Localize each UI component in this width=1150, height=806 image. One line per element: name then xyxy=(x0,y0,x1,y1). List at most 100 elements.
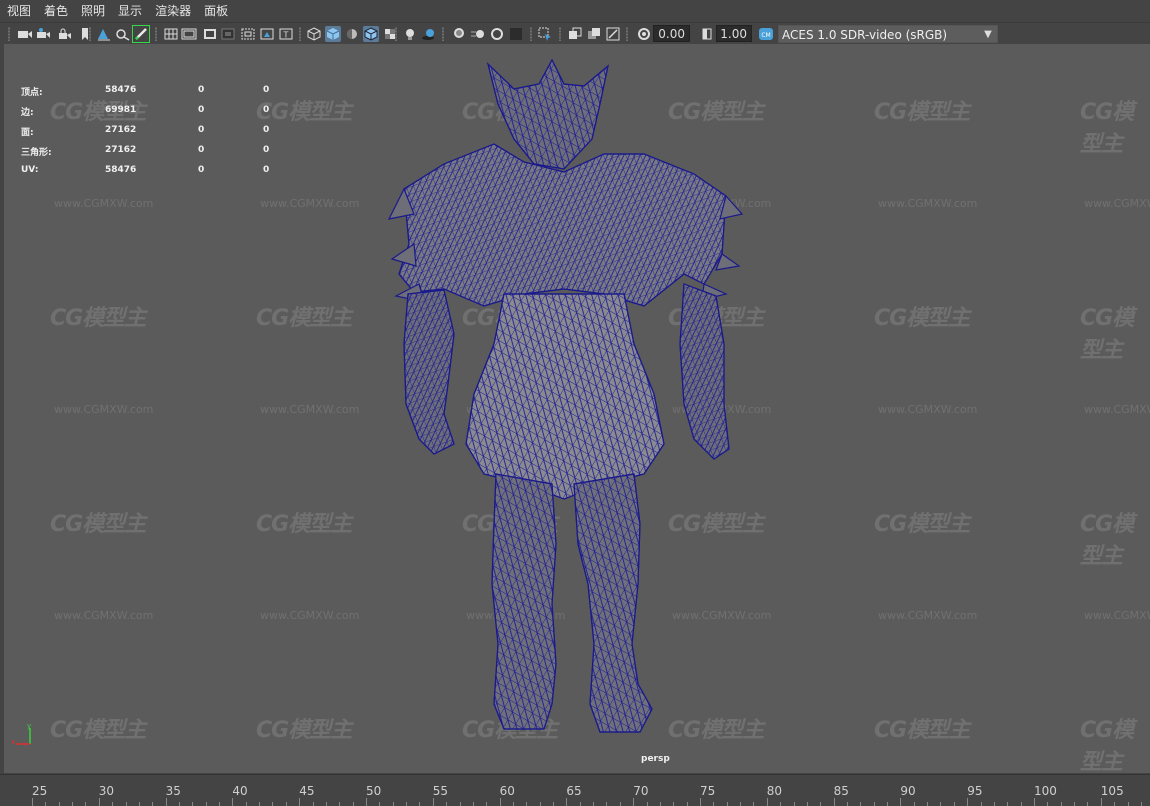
wireframe-icon[interactable] xyxy=(306,26,322,42)
grease-pencil-icon[interactable] xyxy=(132,25,150,43)
toolbar-separator xyxy=(89,27,91,41)
timeline-tick xyxy=(1140,802,1142,806)
timeline-tick xyxy=(940,802,942,806)
hud-selected-value: 0 xyxy=(198,105,205,115)
timeline-frame-label: 35 xyxy=(165,784,181,798)
toolbar-separator xyxy=(559,27,561,41)
timeline-frame-label: 65 xyxy=(566,784,582,798)
menu-lighting[interactable]: 照明 xyxy=(74,0,111,22)
svg-text:y: y xyxy=(27,722,31,730)
hud-total-value: 27162 xyxy=(105,125,137,135)
hud-total-value: 69981 xyxy=(105,105,137,115)
timeline-frame-label: 75 xyxy=(700,784,716,798)
xray-active-components-icon[interactable] xyxy=(586,26,602,42)
persp-viewport[interactable]: CG模型主 www.CGMXW.com CG模型主 www.CGMXW.com CG模型… xyxy=(4,44,1150,773)
view-axis-gizmo: y x xyxy=(8,722,38,756)
timeline-frame-label: 45 xyxy=(299,784,315,798)
hud-selected-value: 0 xyxy=(198,145,205,155)
motion-blur-icon[interactable] xyxy=(470,26,486,42)
smooth-shade-icon[interactable] xyxy=(325,26,341,42)
menu-shading[interactable]: 着色 xyxy=(37,0,74,22)
timeline-tick xyxy=(1114,802,1116,806)
timeline-tick xyxy=(472,802,474,806)
gate-mask-icon[interactable] xyxy=(220,26,236,42)
timeline-frame-label: 55 xyxy=(432,784,449,798)
timeline-tick xyxy=(1060,802,1062,806)
color-management-icon[interactable]: CM xyxy=(758,26,774,42)
toolbar-separator xyxy=(155,27,157,41)
film-gate-icon[interactable] xyxy=(181,26,197,42)
toolbar-separator xyxy=(442,27,444,41)
timeline-tick xyxy=(673,802,675,806)
timeline-frame-label: 95 xyxy=(967,784,983,798)
isolate-select-icon[interactable] xyxy=(537,26,553,42)
exposure-icon[interactable] xyxy=(636,26,652,42)
timeline-tick xyxy=(392,802,394,806)
toolbar-separator xyxy=(395,27,397,41)
exposure-field[interactable]: 0.00 xyxy=(653,25,690,42)
timeline-tick xyxy=(446,802,448,806)
menu-panels[interactable]: 面板 xyxy=(197,0,234,22)
two-d-pan-zoom-icon[interactable] xyxy=(115,26,131,42)
color-space-dropdown[interactable]: ACES 1.0 SDR-video (sRGB) ▼ xyxy=(778,25,998,43)
timeline-frame-label: 85 xyxy=(833,784,849,798)
default-material-icon[interactable] xyxy=(344,26,360,42)
antialias-icon[interactable] xyxy=(489,26,505,42)
panel-toolbar: T 0.00 1.00 CM ACES 1.0 SDR-video (sRGB)… xyxy=(0,22,1150,45)
default-lighting-icon[interactable] xyxy=(402,26,418,42)
timeline-tick xyxy=(539,802,541,806)
toolbar-separator xyxy=(8,27,10,41)
xray-joints-icon[interactable] xyxy=(567,26,583,42)
timeline-tick xyxy=(659,802,661,806)
resolution-gate-icon[interactable] xyxy=(202,26,218,42)
camera-attributes-icon[interactable] xyxy=(36,26,52,42)
timeline-tick xyxy=(740,802,742,806)
timeline-tick xyxy=(927,802,929,806)
hud-triangle-value: 0 xyxy=(263,85,270,95)
hud-selected-value: 0 xyxy=(198,165,205,175)
timeline-tick xyxy=(753,802,755,806)
timeline-tick xyxy=(1020,802,1022,806)
gamma-field[interactable]: 1.00 xyxy=(716,25,752,42)
camera-name-label: persp xyxy=(641,754,670,764)
timeline-tick xyxy=(419,802,421,806)
timeline-tick xyxy=(619,802,621,806)
timeline-tick xyxy=(993,802,995,806)
image-plane-icon[interactable] xyxy=(96,26,112,42)
timeline-tick xyxy=(713,802,715,806)
timeline-tick xyxy=(72,802,74,806)
camera-icon[interactable] xyxy=(17,26,33,42)
menu-show[interactable]: 显示 xyxy=(111,0,148,22)
gamma-icon[interactable] xyxy=(699,26,715,42)
depth-of-field-icon[interactable] xyxy=(508,26,524,42)
svg-text:x: x xyxy=(11,738,15,746)
safe-action-icon[interactable] xyxy=(259,26,275,42)
menu-renderer[interactable]: 渲染器 xyxy=(148,0,197,22)
svg-text:T: T xyxy=(283,31,289,40)
timeline-frame-label: 40 xyxy=(232,784,248,798)
character-wireframe-model[interactable] xyxy=(4,44,1150,773)
field-chart-icon[interactable] xyxy=(240,26,256,42)
time-slider[interactable]: 25 30 35 40 45 50 55 60 65 70 75 80 85 90 95 100 105 xyxy=(0,774,1150,806)
timeline-tick xyxy=(339,802,341,806)
lock-camera-icon[interactable] xyxy=(57,26,73,42)
hud-triangle-value: 0 xyxy=(263,145,270,155)
wireframe-on-shaded-icon[interactable] xyxy=(363,26,379,42)
menu-view[interactable]: 视图 xyxy=(0,0,37,22)
timeline-tick xyxy=(646,802,648,806)
screen-space-ao-icon[interactable] xyxy=(451,26,467,42)
timeline-tick xyxy=(312,802,314,806)
grid-icon[interactable] xyxy=(163,26,179,42)
timeline-tick xyxy=(45,802,47,806)
timeline-tick xyxy=(178,802,180,806)
timeline-frame-label: 105 xyxy=(1100,784,1124,798)
timeline-tick xyxy=(245,802,247,806)
timeline-tick xyxy=(285,802,287,806)
timeline-tick xyxy=(1127,802,1129,806)
safe-title-icon[interactable]: T xyxy=(278,26,294,42)
timeline-tick xyxy=(887,802,889,806)
hud-total-value: 58476 xyxy=(105,85,137,95)
shadows-icon[interactable] xyxy=(421,26,437,42)
hud-label: 边: xyxy=(21,108,34,118)
backface-culling-icon[interactable] xyxy=(605,26,621,42)
